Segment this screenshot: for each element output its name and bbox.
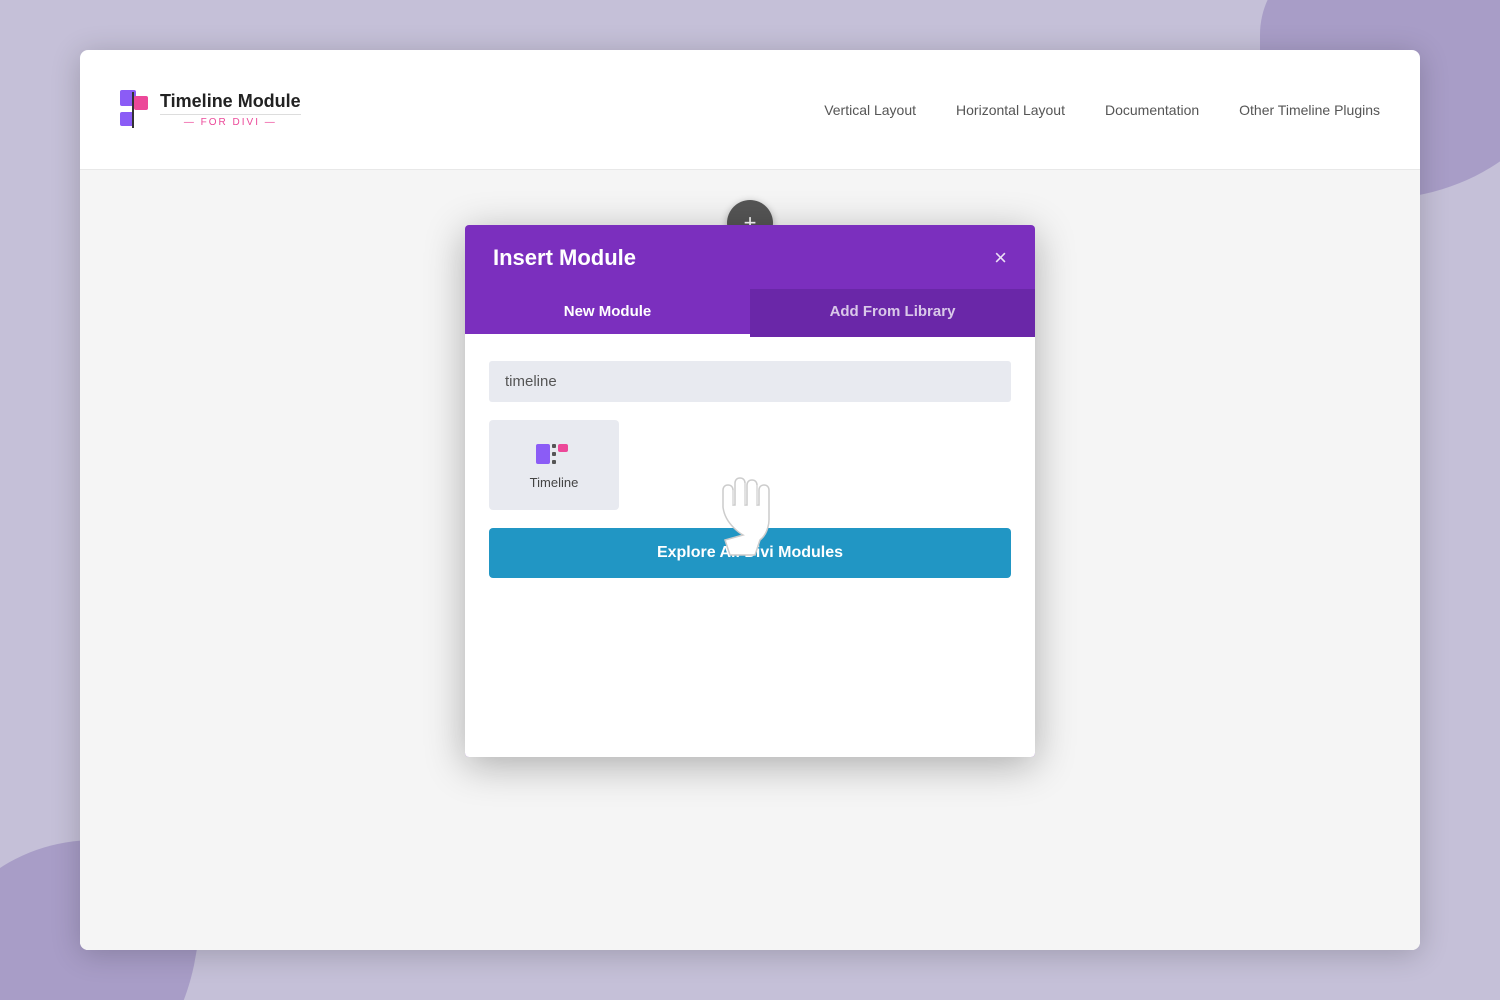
module-label-timeline: Timeline <box>530 475 579 490</box>
module-grid: Timeline <box>489 420 1011 510</box>
logo-title: Timeline Module <box>160 91 301 113</box>
timeline-module-icon <box>536 441 572 467</box>
page-wrapper: Timeline Module — FOR DIVI — Vertical La… <box>80 50 1420 950</box>
nav-link-horizontal[interactable]: Horizontal Layout <box>956 102 1065 118</box>
tab-add-from-library[interactable]: Add From Library <box>750 289 1035 337</box>
logo-square-pink <box>134 96 148 110</box>
module-item-timeline[interactable]: Timeline <box>489 420 619 510</box>
modal-body: Timeline Explore All Divi Modules <box>465 337 1035 757</box>
logo-line <box>132 92 134 128</box>
logo-subtitle: — FOR DIVI — <box>160 114 301 128</box>
nav-link-other[interactable]: Other Timeline Plugins <box>1239 102 1380 118</box>
content-area: + Insert Module × New Module Add From Li… <box>80 170 1420 950</box>
logo-area: Timeline Module — FOR DIVI — <box>120 90 301 130</box>
module-search-input[interactable] <box>489 361 1011 402</box>
modal-tabs: New Module Add From Library <box>465 289 1035 337</box>
insert-module-modal: Insert Module × New Module Add From Libr… <box>465 225 1035 757</box>
navbar: Timeline Module — FOR DIVI — Vertical La… <box>80 50 1420 170</box>
explore-modules-button[interactable]: Explore All Divi Modules <box>489 528 1011 578</box>
modal-header: Insert Module × <box>465 225 1035 289</box>
nav-link-docs[interactable]: Documentation <box>1105 102 1199 118</box>
timeline-icon-svg <box>536 441 572 467</box>
logo-text: Timeline Module — FOR DIVI — <box>160 91 301 129</box>
modal-title: Insert Module <box>493 245 636 271</box>
tab-new-module[interactable]: New Module <box>465 289 750 337</box>
modal-close-button[interactable]: × <box>994 247 1007 269</box>
nav-link-vertical[interactable]: Vertical Layout <box>824 102 916 118</box>
logo-icon <box>120 90 148 130</box>
nav-links: Vertical Layout Horizontal Layout Docume… <box>824 102 1380 118</box>
